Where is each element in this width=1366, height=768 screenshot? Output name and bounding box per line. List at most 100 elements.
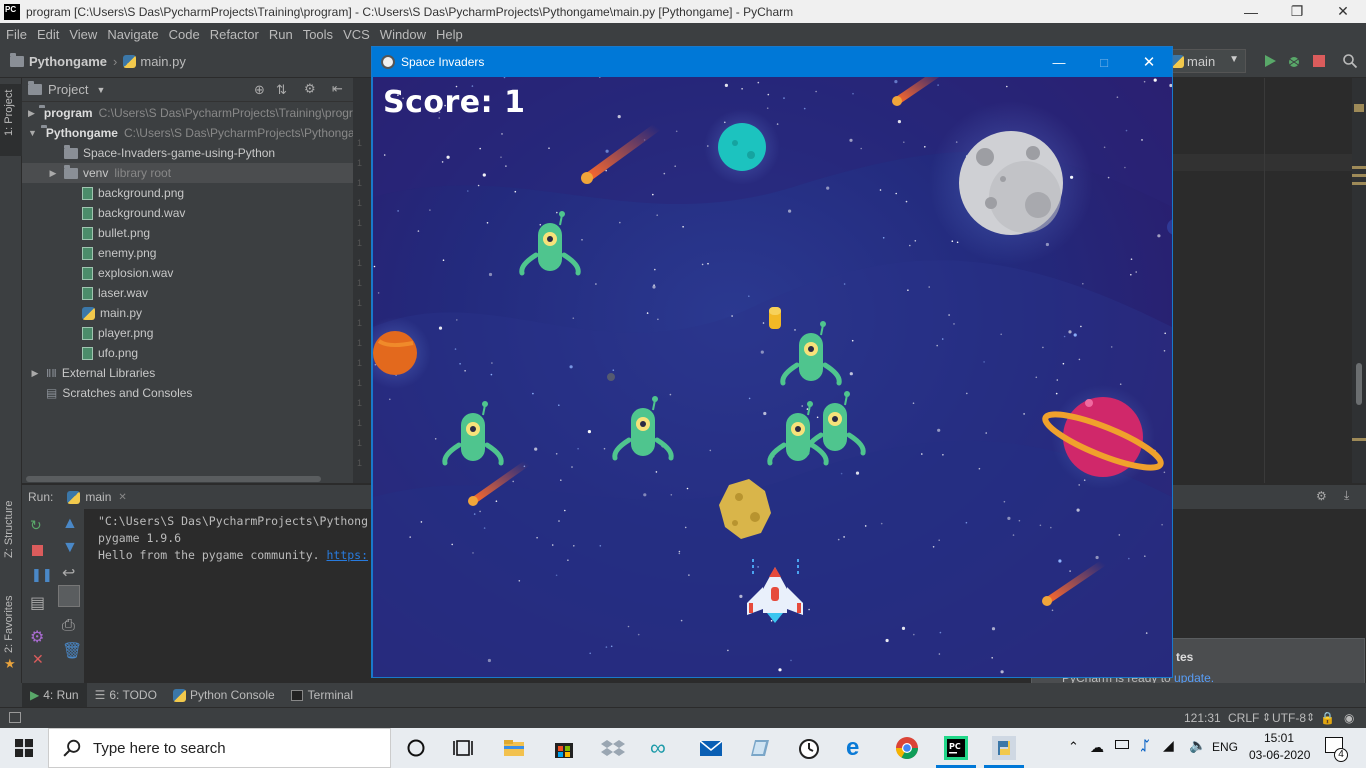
store-icon[interactable] [552, 736, 576, 760]
chevron-up-icon[interactable]: ⌃ [1068, 739, 1079, 755]
close-icon[interactable]: ✕ [32, 651, 44, 668]
python-taskbar-icon[interactable] [992, 736, 1016, 760]
up-arrow-icon[interactable]: ▲ [62, 515, 78, 533]
console-output[interactable]: "C:\Users\S Das\PycharmProjects\Pythong p… [98, 513, 368, 564]
game-minimize-button[interactable]: — [1036, 47, 1082, 77]
hide-panel-icon[interactable]: ⤓ [1344, 488, 1349, 503]
run-configuration-select[interactable]: main ▼ [1171, 49, 1246, 73]
tab-terminal[interactable]: Terminal [283, 683, 361, 707]
game-canvas[interactable]: Score: 1 [373, 77, 1172, 677]
lock-icon[interactable]: 🔒 [1320, 711, 1335, 725]
game-maximize-button[interactable]: □ [1081, 47, 1127, 77]
project-panel-title[interactable]: Project [48, 82, 88, 97]
tree-item[interactable]: player.png [22, 323, 353, 343]
line-separator[interactable]: CRLF [1228, 711, 1259, 725]
tree-item[interactable]: background.wav [22, 203, 353, 223]
mail-icon[interactable] [699, 736, 723, 760]
tree-item[interactable]: laser.wav [22, 283, 353, 303]
settings-icon[interactable]: ⚙ [30, 627, 44, 647]
volume-icon[interactable]: 🔈 [1189, 737, 1206, 754]
breadcrumb-file[interactable]: main.py [140, 54, 186, 69]
clock-time[interactable]: 15:01 [1264, 731, 1294, 745]
tree-item[interactable]: background.png [22, 183, 353, 203]
minimize-button[interactable]: — [1228, 0, 1274, 23]
bluetooth-icon[interactable]: ᛢ [1141, 738, 1149, 753]
menu-help[interactable]: Help [431, 27, 468, 42]
soft-wrap-icon[interactable]: ↩ [62, 563, 75, 583]
tree-item[interactable]: ▼ Pythongame C:\Users\S Das\PycharmProject… [22, 123, 353, 143]
game-close-button[interactable]: ✕ [1126, 47, 1172, 77]
scroll-end-icon[interactable] [58, 585, 80, 607]
rerun-icon[interactable]: ↻ [30, 517, 42, 534]
clock-date[interactable]: 03-06-2020 [1249, 748, 1310, 762]
tab-run[interactable]: ▶ 4: Run [22, 683, 87, 707]
run-tab-main[interactable]: main [85, 490, 111, 504]
tree-item[interactable]: enemy.png [22, 243, 353, 263]
restore-button[interactable]: ❐ [1274, 0, 1320, 23]
tool-tab-structure-label[interactable]: Z: Structure [3, 501, 15, 558]
gear-icon[interactable]: ⚙ [304, 81, 316, 97]
menu-file[interactable]: File [0, 27, 32, 42]
tree-item[interactable]: ufo.png [22, 343, 353, 363]
hide-panel-icon[interactable]: ⇤ [332, 81, 343, 97]
locate-icon[interactable]: ⊕ [254, 82, 265, 98]
tree-item[interactable]: ▶ venv library root [22, 163, 353, 183]
game-window-titlebar[interactable]: Space Invaders — □ ✕ [372, 47, 1172, 77]
tab-python-console[interactable]: Python Console [165, 683, 283, 707]
wifi-icon[interactable]: ◢ [1163, 737, 1174, 754]
menu-refactor[interactable]: Refactor [205, 27, 264, 42]
tree-item[interactable]: explosion.wav [22, 263, 353, 283]
horizontal-scrollbar[interactable] [26, 476, 321, 482]
windows-start-icon[interactable] [15, 739, 33, 757]
language-indicator[interactable]: ENG [1212, 740, 1238, 754]
inspector-icon[interactable]: ◉ [1344, 711, 1354, 725]
taskbar-search-box[interactable]: Type here to search [48, 728, 391, 768]
edge-browser-icon[interactable]: e [846, 736, 870, 760]
menu-vcs[interactable]: VCS [338, 27, 375, 42]
menu-tools[interactable]: Tools [298, 27, 338, 42]
search-icon[interactable] [1342, 53, 1358, 69]
toggle-tool-windows-icon[interactable] [9, 712, 21, 723]
tree-item[interactable]: ▤ Scratches and Consoles [22, 383, 353, 403]
stop-icon[interactable] [32, 545, 43, 556]
file-explorer-icon[interactable] [502, 736, 526, 760]
chevron-right-icon[interactable]: ▶ [28, 368, 42, 379]
tab-todo[interactable]: ☰ 6: TODO [87, 683, 165, 707]
chevron-down-icon[interactable]: ▼ [96, 85, 105, 95]
tree-item[interactable]: ▶ ⅡⅡ External Libraries [22, 363, 353, 383]
chevron-right-icon[interactable]: ▶ [46, 168, 60, 179]
space-invaders-window[interactable]: Space Invaders — □ ✕ Score: 1 [371, 46, 1173, 678]
breadcrumb-project[interactable]: Pythongame [29, 54, 107, 69]
notes-app-icon[interactable] [747, 736, 771, 760]
tree-item[interactable]: ▶ program C:\Users\S Das\PycharmProjects\T… [22, 103, 353, 123]
menu-run[interactable]: Run [264, 27, 298, 42]
pycharm-taskbar-icon[interactable]: PC [944, 736, 968, 760]
cortana-icon[interactable] [404, 736, 428, 760]
trash-icon[interactable]: 🗑 [62, 641, 82, 661]
caret-position[interactable]: 121:31 [1184, 711, 1221, 725]
close-tab-icon[interactable]: ✕ [118, 492, 126, 503]
chevron-down-icon[interactable]: ▼ [28, 128, 37, 138]
tree-item[interactable]: main.py [22, 303, 353, 323]
debug-icon[interactable] [1286, 53, 1302, 69]
tree-item[interactable]: bullet.png [22, 223, 353, 243]
menu-edit[interactable]: Edit [32, 27, 64, 42]
collapse-icon[interactable]: ⇅ [276, 82, 287, 98]
print-icon[interactable]: ⎙ [62, 617, 75, 635]
file-encoding[interactable]: UTF-8 [1272, 711, 1306, 725]
onedrive-icon[interactable]: ☁ [1090, 739, 1104, 756]
vertical-scrollbar[interactable] [1356, 363, 1362, 405]
battery-icon[interactable] [1115, 740, 1129, 749]
chrome-icon[interactable] [895, 736, 919, 760]
down-arrow-icon[interactable]: ▼ [62, 539, 78, 557]
stop-icon[interactable] [1311, 53, 1327, 69]
console-link[interactable]: https: [326, 548, 368, 562]
menu-view[interactable]: View [64, 27, 102, 42]
tool-tab-favorites-label[interactable]: 2: Favorites [3, 596, 15, 653]
gear-icon[interactable]: ⚙ [1316, 489, 1327, 503]
tree-item[interactable]: Space-Invaders-game-using-Python [22, 143, 353, 163]
menu-code[interactable]: Code [164, 27, 205, 42]
menu-navigate[interactable]: Navigate [102, 27, 163, 42]
arduino-icon[interactable]: ∞ [650, 736, 674, 760]
close-button[interactable]: ✕ [1320, 0, 1366, 23]
